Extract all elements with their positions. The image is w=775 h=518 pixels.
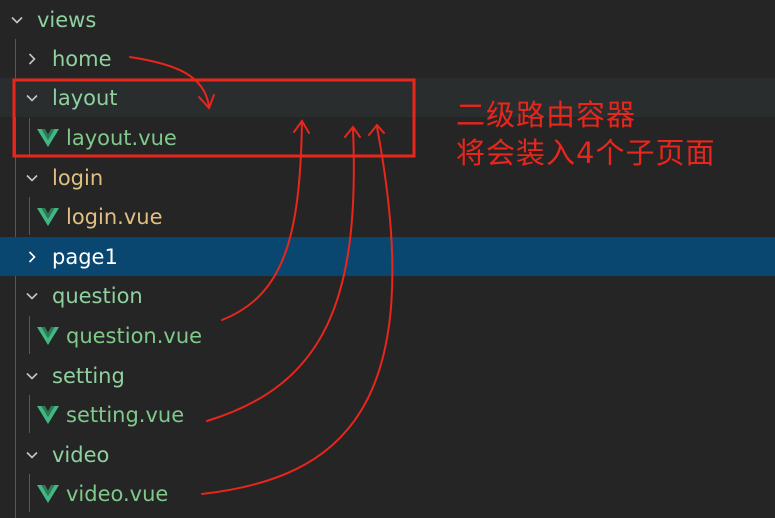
tree-item-question[interactable]: question <box>0 276 775 315</box>
chevron-down-icon <box>22 158 42 197</box>
tree-item-video-vue[interactable]: video.vue <box>0 474 775 513</box>
tree-item-label: page1 <box>52 244 118 269</box>
file-explorer-tree: views home layout layout.vue login login… <box>0 0 775 518</box>
vue-file-icon <box>36 395 60 434</box>
vue-file-icon <box>36 197 60 236</box>
tree-item-layout[interactable]: layout <box>0 78 775 117</box>
vue-file-icon <box>36 474 60 513</box>
annotation-line-1: 二级路由容器 <box>456 98 637 132</box>
tree-item-setting[interactable]: setting <box>0 356 775 395</box>
tree-item-label: setting <box>52 363 125 388</box>
chevron-down-icon <box>22 435 42 474</box>
chevron-down-icon <box>22 356 42 395</box>
chevron-down-icon <box>22 276 42 315</box>
chevron-down-icon <box>7 0 27 39</box>
tree-item-login-vue[interactable]: login.vue <box>0 197 775 236</box>
chevron-right-icon <box>22 39 42 78</box>
chevron-down-icon <box>22 78 42 117</box>
tree-item-label: home <box>52 46 112 71</box>
tree-item-label: question.vue <box>66 323 203 348</box>
tree-item-label: views <box>37 7 97 32</box>
tree-item-views[interactable]: views <box>0 0 775 39</box>
tree-item-label: video <box>52 442 110 467</box>
tree-item-label: login.vue <box>66 204 163 229</box>
tree-item-home[interactable]: home <box>0 39 775 78</box>
tree-item-label: video.vue <box>66 481 169 506</box>
tree-item-page1[interactable]: page1 <box>0 237 775 276</box>
tree-item-label: layout.vue <box>66 125 177 150</box>
vue-file-icon <box>36 316 60 355</box>
tree-item-label: setting.vue <box>66 402 185 427</box>
tree-item-question-vue[interactable]: question.vue <box>0 316 775 355</box>
tree-item-label: layout <box>52 85 118 110</box>
tree-item-label: question <box>52 283 143 308</box>
vue-file-icon <box>36 118 60 157</box>
tree-item-setting-vue[interactable]: setting.vue <box>0 395 775 434</box>
annotation-line-2: 将会装入4个子页面 <box>456 136 716 170</box>
chevron-right-icon <box>22 237 42 276</box>
tree-item-label: login <box>52 165 104 190</box>
tree-item-video[interactable]: video <box>0 435 775 474</box>
